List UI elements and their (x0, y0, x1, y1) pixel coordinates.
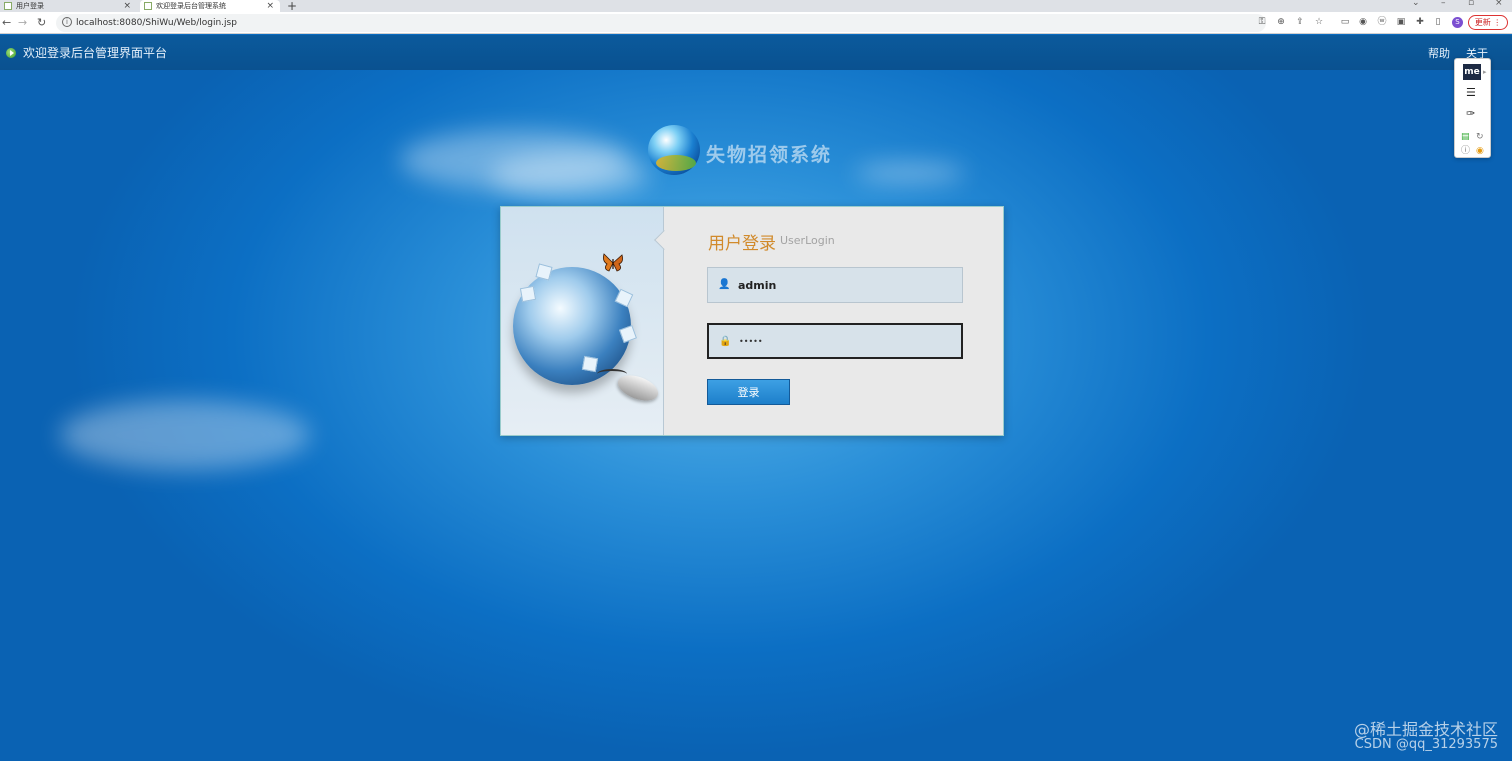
user-icon: 👤 (718, 279, 731, 290)
tab-label: 用户登录 (16, 2, 44, 10)
login-heading: 用户登录 (708, 234, 776, 254)
page-favicon-icon (144, 2, 152, 10)
tab-label: 欢迎登录后台管理系统 (156, 2, 226, 10)
logo-text: 失物招领系统 (706, 144, 833, 166)
extension-image-icon[interactable]: ▣ (1396, 17, 1406, 27)
zoom-icon[interactable]: ⊕ (1276, 17, 1286, 27)
bookmark-star-icon[interactable]: ☆ (1314, 17, 1324, 27)
sidebar-icon[interactable]: ▯ (1433, 17, 1443, 27)
login-box: 用户登录 UserLogin 👤 🔒 登录 (500, 206, 1004, 436)
camera-icon[interactable]: ◉ (1358, 17, 1368, 27)
expand-arrow-icon[interactable]: ▸ (1483, 66, 1487, 78)
refresh-icon[interactable]: ↻ (1476, 131, 1484, 143)
puzzle-globe-icon (513, 267, 631, 385)
cast-icon[interactable]: ▤ (1461, 131, 1470, 143)
url-text: localhost:8080/ShiWu/Web/login.jsp (76, 18, 237, 28)
username-input[interactable] (738, 275, 948, 295)
panel-notch (654, 230, 674, 250)
watermark-csdn: CSDN @qq_31293575 (1354, 737, 1498, 752)
extensions-puzzle-icon[interactable]: ✚ (1415, 17, 1425, 27)
me-extension-badge[interactable]: me (1463, 64, 1481, 80)
eye-icon[interactable]: ◉ (1476, 145, 1484, 157)
browser-tab-user-login[interactable]: 用户登录 × (0, 0, 137, 12)
login-heading-en: UserLogin (780, 234, 835, 247)
play-icon (6, 48, 16, 58)
browser-tab-admin-login[interactable]: 欢迎登录后台管理系统 × (140, 0, 280, 12)
maximize-icon[interactable]: ▫ (1468, 0, 1474, 8)
header-title: 欢迎登录后台管理界面平台 (23, 46, 168, 60)
lock-icon: 🔒 (719, 336, 732, 347)
puzzle-piece-icon (581, 355, 599, 373)
menu-icon[interactable]: ☰ (1466, 87, 1476, 99)
login-illustration (501, 207, 674, 435)
help-link[interactable]: 帮助 (1428, 45, 1450, 61)
page-favicon-icon (4, 2, 12, 10)
address-bar[interactable]: i localhost:8080/ShiWu/Web/login.jsp ⚿ ⊕… (56, 14, 1323, 32)
cloud-decoration (60, 400, 310, 470)
username-field[interactable]: 👤 (707, 267, 963, 303)
login-button[interactable]: 登录 (707, 379, 790, 405)
header-bar: 欢迎登录后台管理界面平台 帮助 关于 (0, 35, 1512, 70)
extension-popup: me ▸ ☰ ✑ ▤ ↻ ⓘ ◉ (1454, 58, 1491, 158)
update-button[interactable]: 更新 ⋮ (1468, 15, 1508, 30)
browser-tab-strip: 用户登录 × 欢迎登录后台管理系统 × + ⌄ – ▫ × (0, 0, 1512, 13)
magic-wand-icon[interactable]: ✑ (1466, 108, 1475, 120)
profile-avatar[interactable]: S (1452, 17, 1463, 28)
back-icon[interactable]: ← (2, 16, 11, 30)
cloud-decoration (490, 153, 650, 198)
info-icon[interactable]: ⓘ (1461, 145, 1470, 157)
computer-mouse-icon (614, 370, 662, 406)
share-icon[interactable]: ⇪ (1295, 17, 1305, 27)
forward-icon[interactable]: → (18, 16, 27, 30)
butterfly-icon (603, 253, 623, 272)
login-page: 欢迎登录后台管理界面平台 帮助 关于 失物招领系统 用户登录 UserLogin… (0, 35, 1512, 761)
tab-search-icon[interactable]: ⌄ (1412, 0, 1420, 8)
close-window-icon[interactable]: × (1495, 0, 1503, 8)
reload-icon[interactable]: ↻ (37, 16, 46, 30)
password-field[interactable]: 🔒 (707, 323, 963, 359)
close-tab-icon[interactable]: × (123, 0, 131, 12)
close-tab-icon[interactable]: × (266, 0, 274, 12)
minimize-icon[interactable]: – (1441, 0, 1446, 8)
update-label: 更新 (1474, 18, 1491, 27)
key-icon[interactable]: ⚿ (1257, 17, 1267, 27)
extension-screen-icon[interactable]: ▭ (1340, 17, 1350, 27)
puzzle-piece-icon (519, 285, 537, 303)
extension-w-icon[interactable]: ⓦ (1377, 17, 1387, 27)
browser-toolbar: ← → ↻ i localhost:8080/ShiWu/Web/login.j… (0, 12, 1512, 34)
logo-globe-icon (648, 125, 700, 175)
password-input[interactable] (739, 331, 949, 351)
cloud-decoration (855, 163, 965, 183)
site-info-icon[interactable]: i (62, 17, 72, 27)
